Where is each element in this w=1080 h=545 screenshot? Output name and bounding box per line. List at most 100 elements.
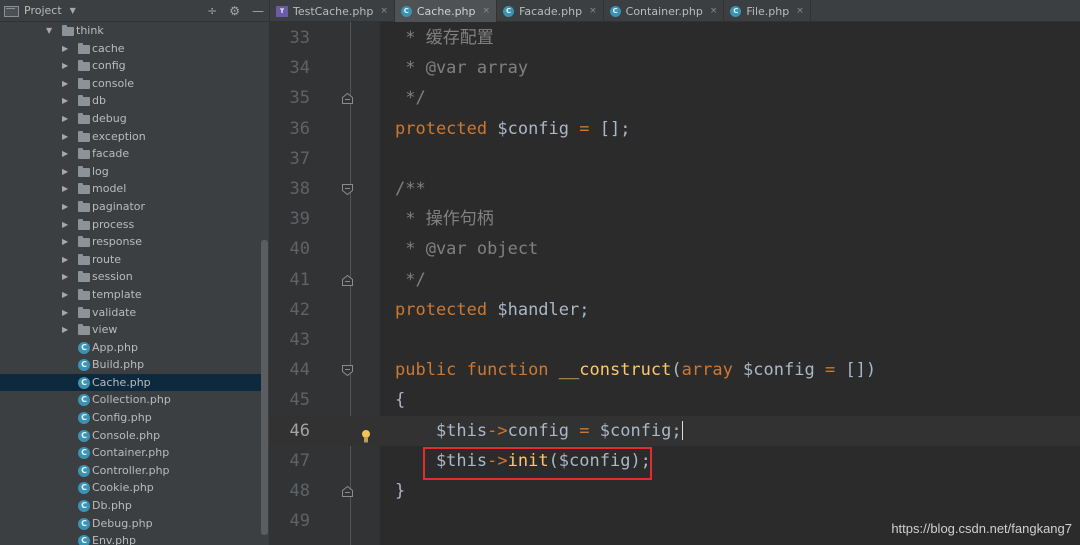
tree-folder-item[interactable]: ▼ think (0, 22, 262, 40)
code-line[interactable]: 41 */ (270, 265, 1080, 295)
code-line[interactable]: 43 (270, 325, 1080, 355)
tree-folder-item[interactable]: ▶ db (0, 92, 262, 110)
tree-file-item[interactable]: C Config.php (0, 409, 262, 427)
code-line[interactable]: 47 $this->init($config); (270, 446, 1080, 476)
tree-item-label: log (92, 164, 109, 178)
code-line[interactable]: 39 * 操作句柄 (270, 204, 1080, 234)
line-number: 42 (289, 299, 310, 320)
tree-file-item[interactable]: C Controller.php (0, 462, 262, 480)
collapsed-arrow-icon[interactable]: ▶ (62, 233, 68, 251)
tree-folder-item[interactable]: ▶ cache (0, 40, 262, 58)
tree-file-item[interactable]: C Cache.php (0, 373, 262, 392)
collapsed-arrow-icon[interactable]: ▶ (62, 145, 68, 163)
line-number: 40 (289, 239, 310, 260)
tree-item-label: facade (92, 147, 130, 161)
collapsed-arrow-icon[interactable]: ▶ (62, 75, 68, 93)
tree-folder-item[interactable]: ▶ paginator (0, 198, 262, 216)
close-icon[interactable]: × (483, 6, 491, 16)
tree-folder-item[interactable]: ▶ console (0, 75, 262, 93)
php-class-icon: C (78, 482, 90, 495)
tree-file-item[interactable]: C Build.php (0, 356, 262, 374)
tree-file-item[interactable]: C Container.php (0, 444, 262, 462)
code-line[interactable]: 44 public function __construct(array $con… (270, 355, 1080, 385)
close-icon[interactable]: × (796, 6, 804, 16)
tree-file-item[interactable]: C App.php (0, 339, 262, 357)
collapsed-arrow-icon[interactable]: ▶ (62, 110, 68, 128)
fold-start-icon[interactable] (341, 183, 354, 196)
collapsed-arrow-icon[interactable]: ▶ (62, 180, 68, 198)
code-line[interactable]: 35 */ (270, 83, 1080, 113)
close-icon[interactable]: × (589, 6, 597, 16)
editor-tab[interactable]: C File.php × (724, 0, 811, 22)
gear-icon[interactable]: ⚙ (229, 4, 240, 18)
tree-file-item[interactable]: C Cookie.php (0, 479, 262, 497)
close-icon[interactable]: × (710, 6, 718, 16)
tree-file-item[interactable]: C Collection.php (0, 391, 262, 409)
expanded-arrow-icon[interactable]: ▼ (46, 22, 52, 40)
collapsed-arrow-icon[interactable]: ▶ (62, 321, 68, 339)
collapse-all-icon[interactable]: ÷ (207, 4, 217, 18)
tree-folder-item[interactable]: ▶ validate (0, 304, 262, 322)
lightbulb-icon[interactable] (361, 423, 371, 443)
tree-folder-item[interactable]: ▶ debug (0, 110, 262, 128)
folder-icon (78, 165, 90, 177)
collapsed-arrow-icon[interactable]: ▶ (62, 304, 68, 322)
code-text: } (395, 476, 405, 506)
collapsed-arrow-icon[interactable]: ▶ (62, 286, 68, 304)
tree-folder-item[interactable]: ▶ model (0, 180, 262, 198)
line-number: 39 (289, 209, 310, 230)
project-view-selector[interactable]: Project ▼ (0, 4, 76, 17)
tree-folder-item[interactable]: ▶ view (0, 321, 262, 339)
collapsed-arrow-icon[interactable]: ▶ (62, 251, 68, 269)
collapsed-arrow-icon[interactable]: ▶ (62, 128, 68, 146)
collapsed-arrow-icon[interactable]: ▶ (62, 57, 68, 75)
tree-file-item[interactable]: C Console.php (0, 427, 262, 445)
tab-label: File.php (746, 4, 790, 18)
fold-start-icon[interactable] (341, 364, 354, 377)
fold-end-icon[interactable] (341, 92, 354, 105)
editor-tab[interactable]: C Facade.php × (497, 0, 604, 22)
fold-end-icon[interactable] (341, 274, 354, 287)
code-line[interactable]: 37 (270, 144, 1080, 174)
tree-folder-item[interactable]: ▶ process (0, 216, 262, 234)
tree-folder-item[interactable]: ▶ response (0, 233, 262, 251)
close-icon[interactable]: × (380, 6, 388, 16)
code-line[interactable]: 42 protected $handler; (270, 295, 1080, 325)
collapsed-arrow-icon[interactable]: ▶ (62, 216, 68, 234)
tree-folder-item[interactable]: ▶ config (0, 57, 262, 75)
editor-tab[interactable]: C Container.php × (604, 0, 725, 22)
tree-folder-item[interactable]: ▶ session (0, 268, 262, 286)
fold-end-icon[interactable] (341, 485, 354, 498)
collapsed-arrow-icon[interactable]: ▶ (62, 268, 68, 286)
tree-file-item[interactable]: C Env.php (0, 532, 262, 545)
code-line[interactable]: 36 protected $config = []; (270, 114, 1080, 144)
tree-item-label: cache (92, 41, 125, 55)
php-class-icon: C (503, 5, 515, 17)
code-line[interactable]: 45 { (270, 385, 1080, 415)
collapsed-arrow-icon[interactable]: ▶ (62, 92, 68, 110)
tree-folder-item[interactable]: ▶ template (0, 286, 262, 304)
hide-panel-icon[interactable]: — (252, 4, 264, 18)
editor-tab[interactable]: T TestCache.php × (270, 0, 395, 22)
tree-file-item[interactable]: C Debug.php (0, 515, 262, 533)
code-token: ( (671, 360, 682, 381)
code-editor[interactable]: 33 * 缓存配置 34 * @var array 35 */36 protected… (270, 22, 1080, 545)
code-line[interactable]: 33 * 缓存配置 (270, 23, 1080, 53)
code-line[interactable]: 46 $this->config = $config; (270, 415, 1080, 446)
tree-folder-item[interactable]: ▶ log (0, 163, 262, 181)
code-line[interactable]: 34 * @var array (270, 53, 1080, 83)
editor-tab[interactable]: C Cache.php × (394, 0, 498, 22)
collapsed-arrow-icon[interactable]: ▶ (62, 40, 68, 58)
sidebar-scrollbar[interactable] (261, 240, 268, 535)
collapsed-arrow-icon[interactable]: ▶ (62, 163, 68, 181)
tree-folder-item[interactable]: ▶ facade (0, 145, 262, 163)
code-line[interactable]: 40 * @var object (270, 234, 1080, 264)
tree-folder-item[interactable]: ▶ exception (0, 128, 262, 146)
php-class-icon: C (78, 447, 90, 460)
code-line[interactable]: 38 /** (270, 174, 1080, 204)
code-text: */ (395, 83, 425, 113)
tree-file-item[interactable]: C Db.php (0, 497, 262, 515)
code-line[interactable]: 48} (270, 476, 1080, 506)
tree-folder-item[interactable]: ▶ route (0, 251, 262, 269)
collapsed-arrow-icon[interactable]: ▶ (62, 198, 68, 216)
